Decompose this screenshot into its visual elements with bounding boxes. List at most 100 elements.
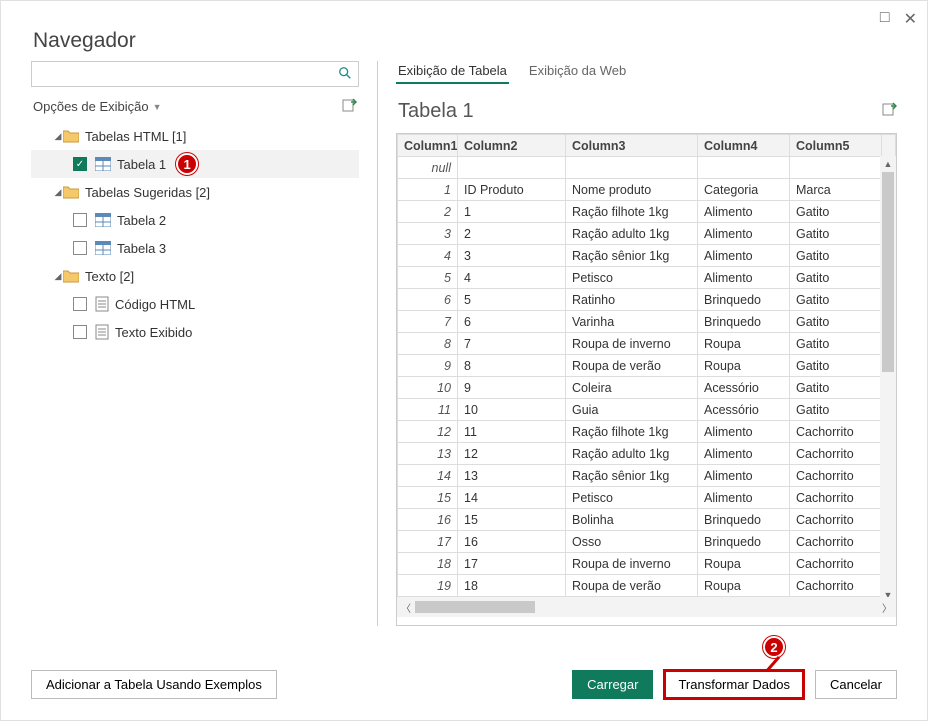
cancel-button[interactable]: Cancelar [815,670,897,699]
cell: Gatito [790,333,882,355]
maximize-icon[interactable]: □ [880,9,890,29]
column-header[interactable]: Column2 [458,135,566,157]
table-row[interactable]: 87Roupa de invernoRoupaGatito [398,333,896,355]
tree-item-codigo-html[interactable]: Código HTML [31,290,359,318]
annotation-callout-1: 1 [176,153,198,175]
tab-web-view[interactable]: Exibição da Web [527,61,628,84]
display-options-label: Opções de Exibição [33,99,149,114]
cell: Marca [790,179,882,201]
tab-table-view[interactable]: Exibição de Tabela [396,61,509,84]
cell: Roupa de inverno [566,333,698,355]
navigator-dialog: □ ✕ Navegador Opções de Exibição ▼ [0,0,928,721]
table-row[interactable]: null [398,157,896,179]
table-row[interactable]: 109ColeiraAcessórioGatito [398,377,896,399]
preview-title: Tabela 1 [398,100,474,123]
column-header[interactable]: Column5 [790,135,882,157]
search-icon[interactable] [338,66,352,83]
cell: Alimento [698,267,790,289]
cell: Brinquedo [698,289,790,311]
right-pane: Exibição de Tabela Exibição da Web Tabel… [377,61,897,626]
column-header[interactable]: Column3 [566,135,698,157]
tree-item-tabela1[interactable]: ✓ Tabela 1 1 [31,150,359,178]
table-row[interactable]: 98Roupa de verãoRoupaGatito [398,355,896,377]
collapse-icon[interactable]: ◢ [53,187,63,198]
table-row[interactable]: 1110GuiaAcessórioGatito [398,399,896,421]
cell: 6 [458,311,566,333]
cell: 17 [458,553,566,575]
cell: 16 [398,509,458,531]
display-options-dropdown[interactable]: Opções de Exibição ▼ [33,99,162,114]
cell: Gatito [790,245,882,267]
cell: 5 [458,289,566,311]
add-table-from-examples-button[interactable]: Adicionar a Tabela Usando Exemplos [31,670,277,699]
scroll-left-icon[interactable]: 〈 [397,600,415,615]
refresh-preview-icon[interactable] [881,100,897,123]
table-row[interactable]: 1312Ração adulto 1kgAlimentoCachorrito [398,443,896,465]
column-header[interactable]: Column1 [398,135,458,157]
table-row[interactable]: 1716OssoBrinquedoCachorrito [398,531,896,553]
table-row[interactable]: 1615BolinhaBrinquedoCachorrito [398,509,896,531]
table-row[interactable]: 65RatinhoBrinquedoGatito [398,289,896,311]
cell: Cachorrito [790,465,882,487]
tree-group-html-tables[interactable]: ◢ Tabelas HTML [1] [31,122,359,150]
cell: Cachorrito [790,531,882,553]
table-row[interactable]: 1413Ração sênior 1kgAlimentoCachorrito [398,465,896,487]
tree-item-tabela2[interactable]: Tabela 2 [31,206,359,234]
cell: Roupa [698,333,790,355]
refresh-icon[interactable] [341,97,357,116]
tree-group-label: Tabelas HTML [1] [85,129,186,144]
tree-item-texto-exibido[interactable]: Texto Exibido [31,318,359,346]
cell: Alimento [698,245,790,267]
preview-tabs: Exibição de Tabela Exibição da Web [396,61,897,92]
transform-data-button[interactable]: Transformar Dados [663,669,805,700]
cell: 18 [458,575,566,597]
horizontal-scrollbar[interactable]: 〈 〉 [397,597,896,617]
load-button[interactable]: Carregar [572,670,653,699]
tree-item-tabela3[interactable]: Tabela 3 [31,234,359,262]
column-header-overflow[interactable] [882,135,896,157]
cell: 10 [398,377,458,399]
tree-item-label: Texto Exibido [115,325,192,340]
table-row[interactable]: 1ID ProdutoNome produtoCategoriaMarca [398,179,896,201]
close-icon[interactable]: ✕ [904,9,917,29]
cell: 16 [458,531,566,553]
checkbox-icon[interactable] [73,297,87,311]
column-header[interactable]: Column4 [698,135,790,157]
checkbox-icon[interactable] [73,241,87,255]
cell: 11 [398,399,458,421]
search-box[interactable] [31,61,359,87]
navigation-tree: ◢ Tabelas HTML [1] ✓ Tabela 1 1 ◢ Tabela… [31,122,359,346]
cell: Gatito [790,289,882,311]
search-input[interactable] [32,62,358,86]
tree-group-text[interactable]: ◢ Texto [2] [31,262,359,290]
cell: Guia [566,399,698,421]
table-row[interactable]: 54PetiscoAlimentoGatito [398,267,896,289]
cell: Ração filhote 1kg [566,201,698,223]
cell: Ração adulto 1kg [566,223,698,245]
scrollbar-thumb[interactable] [882,172,894,372]
checkbox-icon[interactable] [73,213,87,227]
table-row[interactable]: 1514PetiscoAlimentoCachorrito [398,487,896,509]
table-row[interactable]: 1817Roupa de invernoRoupaCachorrito [398,553,896,575]
cell: Ratinho [566,289,698,311]
scroll-up-icon[interactable]: ▲ [880,156,896,172]
scrollbar-thumb[interactable] [415,601,535,613]
collapse-icon[interactable]: ◢ [53,131,63,142]
checkbox-checked-icon[interactable]: ✓ [73,157,87,171]
scroll-right-icon[interactable]: 〉 [878,600,896,615]
dialog-footer: Adicionar a Tabela Usando Exemplos Carre… [31,669,897,700]
chevron-down-icon: ▼ [153,102,162,112]
table-row[interactable]: 1211Ração filhote 1kgAlimentoCachorrito [398,421,896,443]
cell: 14 [398,465,458,487]
dialog-title: Navegador [1,1,927,61]
vertical-scrollbar[interactable]: ▲ ▼ [880,156,896,603]
tree-item-label: Tabela 2 [117,213,166,228]
checkbox-icon[interactable] [73,325,87,339]
collapse-icon[interactable]: ◢ [53,271,63,282]
tree-group-suggested-tables[interactable]: ◢ Tabelas Sugeridas [2] [31,178,359,206]
table-row[interactable]: 76VarinhaBrinquedoGatito [398,311,896,333]
table-row[interactable]: 32Ração adulto 1kgAlimentoGatito [398,223,896,245]
table-row[interactable]: 43Ração sênior 1kgAlimentoGatito [398,245,896,267]
table-row[interactable]: 1918Roupa de verãoRoupaCachorrito [398,575,896,597]
table-row[interactable]: 21Ração filhote 1kgAlimentoGatito [398,201,896,223]
